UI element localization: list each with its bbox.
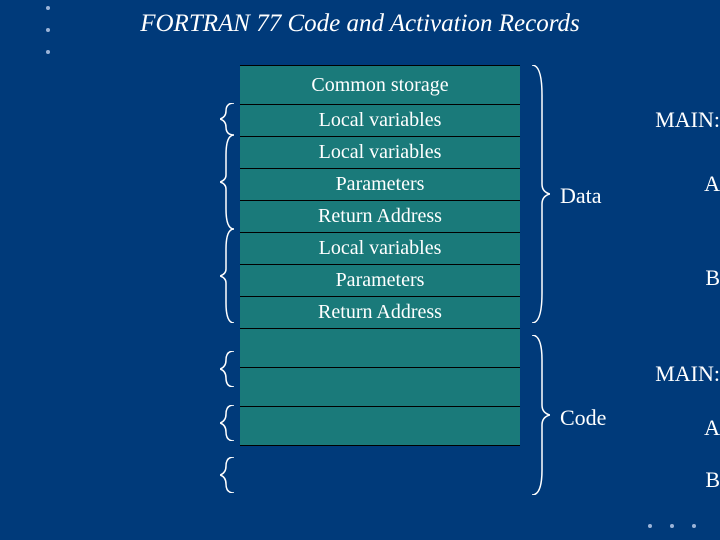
page-title: FORTRAN 77 Code and Activation Records [0, 10, 720, 38]
brace-b [220, 229, 238, 323]
brace-data [528, 65, 550, 323]
brace-a [220, 135, 238, 229]
cell-a-return: Return Address [240, 200, 520, 232]
brace-code [528, 335, 550, 495]
label-a: A [160, 171, 720, 197]
brace-main2 [220, 351, 238, 387]
cell-b-return: Return Address [240, 296, 520, 328]
brace-a2 [220, 405, 238, 441]
label-b2: B [160, 467, 720, 493]
label-a2: A [160, 415, 720, 441]
cell-common: Common storage [240, 65, 520, 104]
brace-b2 [220, 457, 238, 493]
label-code: Code [560, 405, 606, 431]
cell-a-lv: Local variables [240, 136, 520, 168]
label-b: B [160, 265, 720, 291]
label-data: Data [560, 183, 602, 209]
cell-b-lv: Local variables [240, 232, 520, 264]
diagram: Common storage Local variables Local var… [0, 65, 720, 530]
label-main: MAIN: [110, 107, 720, 133]
brace-main [220, 103, 238, 135]
label-main2: MAIN: [110, 361, 720, 387]
